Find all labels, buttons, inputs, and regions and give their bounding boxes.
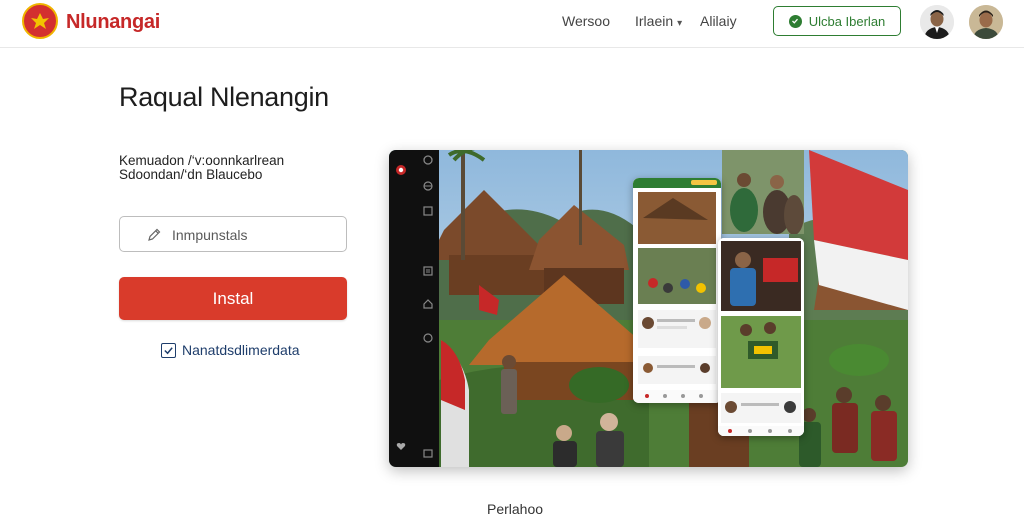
subtitle-line-2: Sdoondan/‘dn Blaucebo [119, 167, 263, 182]
hero-image [389, 150, 908, 467]
nav-link-1[interactable]: Wersoo [562, 13, 610, 29]
top-nav-bar: Nlunangai Wersoo Irlaein ▾ Alilaiy Ulcba … [0, 0, 1024, 48]
text-input[interactable] [172, 223, 340, 247]
chevron-down-icon: ▾ [677, 18, 683, 29]
avatar[interactable] [920, 5, 954, 39]
checkbox-check-icon [164, 346, 173, 354]
page-subtitle: Kemuadon /‘v:oonnkarlrean Sdoondan/‘dn B… [119, 154, 284, 182]
record-icon [396, 165, 406, 175]
list-icon [423, 266, 433, 276]
text-input-field[interactable] [119, 216, 347, 252]
pencil-icon [148, 228, 161, 241]
consent-checkbox-row[interactable]: Nanatdsdlimerdata [161, 342, 300, 358]
logo-emblem-icon[interactable] [22, 3, 58, 39]
subtitle-line-1: Kemuadon /‘v:oonnkarlrean [119, 153, 285, 168]
cta-label: Ulcba Iberlan [808, 13, 886, 29]
nav-link-2-label: Irlaein [635, 13, 674, 29]
checkbox[interactable] [161, 342, 176, 358]
folder-icon [423, 449, 433, 458]
checkbox-label: Nanatdsdlimerdata [182, 342, 300, 358]
cta-button[interactable]: Ulcba Iberlan [773, 6, 901, 36]
brand-name[interactable]: Nlunangai [66, 11, 160, 34]
install-button[interactable]: Instal [119, 277, 347, 320]
hero-side-rail [389, 150, 439, 467]
globe-icon [423, 181, 433, 191]
nav-link-3[interactable]: Alilaiy [700, 13, 737, 29]
phone-mockup-2 [718, 238, 804, 436]
home-icon [423, 299, 433, 309]
check-circle-icon [788, 14, 802, 28]
photo-tile-top [722, 150, 804, 235]
avatar[interactable] [969, 5, 1003, 39]
gear-icon [423, 155, 433, 165]
circle-icon [423, 333, 433, 343]
nav-link-2-dropdown[interactable]: Irlaein ▾ [635, 13, 682, 29]
footer-text[interactable]: Perlahoo [487, 501, 543, 517]
grid-icon [423, 206, 433, 216]
phone-mockup-1 [633, 178, 721, 403]
page-title: Raqual Nlenangin [119, 82, 329, 112]
heart-icon [396, 443, 406, 450]
